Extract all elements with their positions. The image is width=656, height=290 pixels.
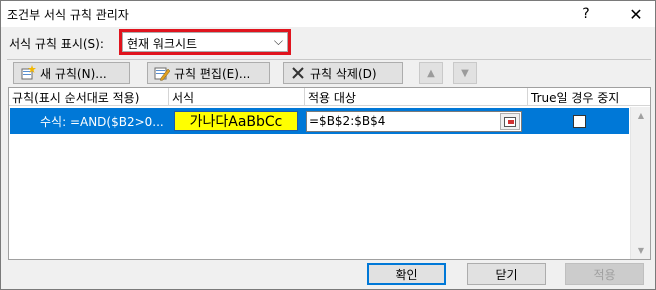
move-down-button[interactable]: ▼ (453, 62, 477, 84)
close-button[interactable]: 닫기 (467, 263, 546, 285)
conditional-formatting-rules-manager-dialog: 조건부 서식 규칙 관리자 ? ✕ 서식 규칙 표시(S): 현재 워크시트 ⌵… (0, 0, 656, 290)
column-header-rule[interactable]: 규칙(표시 순서대로 적용) (9, 88, 169, 106)
collapse-dialog-button[interactable] (500, 113, 520, 130)
triangle-up-icon: ▲ (427, 67, 435, 79)
edit-rule-button[interactable]: 규칙 편집(E)... (147, 62, 270, 84)
delete-rule-button[interactable]: 규칙 삭제(D) (283, 62, 403, 84)
edit-rule-icon (154, 65, 170, 81)
move-up-button[interactable]: ▲ (419, 62, 443, 84)
help-icon[interactable]: ? (571, 1, 601, 27)
edit-rule-label: 규칙 편집(E)... (174, 66, 251, 81)
scroll-up-icon[interactable]: ▲ (631, 107, 651, 124)
column-header-stop-if-true[interactable]: True일 경우 중지 (528, 88, 650, 106)
delete-x-icon (290, 65, 306, 81)
applies-to-value: =$B$2:$B$4 (309, 114, 386, 128)
applies-to-input[interactable]: =$B$2:$B$4 (306, 111, 522, 132)
rules-grid: 규칙(표시 순서대로 적용) 서식 적용 대상 True일 경우 중지 수식: … (8, 87, 651, 260)
triangle-down-icon: ▼ (461, 67, 469, 79)
column-header-applies-to[interactable]: 적용 대상 (305, 88, 528, 106)
title-bar: 조건부 서식 규칙 관리자 ? ✕ (1, 1, 655, 27)
rule-description: 수식: =AND($B2>0... (40, 115, 164, 129)
show-rules-for-dropdown[interactable]: 현재 워크시트 ⌵ (122, 32, 288, 52)
new-rule-label: 새 규칙(N)... (40, 66, 107, 81)
dropdown-selected-value: 현재 워크시트 (127, 37, 198, 51)
dialog-title: 조건부 서식 규칙 관리자 (7, 8, 129, 22)
scroll-down-icon[interactable]: ▼ (631, 242, 651, 259)
chevron-down-icon: ⌵ (273, 34, 283, 48)
show-rules-for-label: 서식 규칙 표시(S): (9, 37, 104, 51)
column-header-format[interactable]: 서식 (169, 88, 305, 106)
delete-rule-label: 규칙 삭제(D) (310, 66, 377, 81)
format-preview: 가나다AaBbCc (174, 111, 298, 131)
apply-button[interactable]: 적용 (565, 263, 644, 285)
ok-button[interactable]: 확인 (367, 263, 446, 285)
range-select-icon (504, 116, 516, 127)
table-row[interactable]: 수식: =AND($B2>0... 가나다AaBbCc =$B$2:$B$4 (10, 108, 629, 134)
close-icon[interactable]: ✕ (621, 1, 651, 27)
stop-if-true-checkbox[interactable] (573, 115, 586, 128)
vertical-scrollbar[interactable]: ▲ ▼ (630, 107, 650, 259)
new-rule-button[interactable]: 새 규칙(N)... (13, 62, 130, 84)
new-rule-icon (20, 65, 36, 81)
